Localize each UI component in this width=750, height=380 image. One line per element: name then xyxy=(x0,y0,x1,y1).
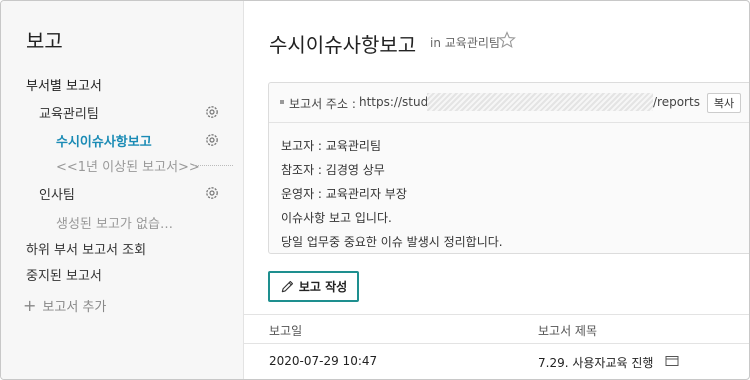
sidebar-section-label: 부서별 보고서 xyxy=(26,79,102,94)
report-details: 보고자 : 교육관리팀 참조자 : 김경영 상무 운영자 : 교육관리자 부장 … xyxy=(281,136,503,256)
table-header: 보고일 보고서 제목 xyxy=(244,314,749,344)
sidebar-item-label: 수시이슈사항보고 xyxy=(56,135,152,150)
redacted-area xyxy=(427,93,653,111)
report-info-box: 보고서 주소 : https://study. /reports 복사 보고자 … xyxy=(268,82,749,256)
page-title: 수시이슈사항보고 xyxy=(269,33,417,57)
sidebar-item-no-reports: 생성된 보고가 없습… xyxy=(1,211,244,233)
column-header-title[interactable]: 보고서 제목 xyxy=(538,322,597,339)
copy-button[interactable]: 복사 xyxy=(707,93,741,113)
add-report-button[interactable]: + 보고서 추가 xyxy=(23,296,106,315)
sidebar-item-sub-department[interactable]: 하위 부서 보고서 조회 xyxy=(1,237,244,259)
sidebar-item-old-reports[interactable]: <<1년 이상된 보고서>> xyxy=(1,154,244,176)
pencil-icon xyxy=(281,280,293,293)
gear-icon[interactable] xyxy=(204,104,220,120)
sidebar-item-hr-team[interactable]: 인사팀 xyxy=(1,182,244,204)
report-address-suffix[interactable]: /reports xyxy=(653,95,700,109)
gear-icon[interactable] xyxy=(204,185,220,201)
main-content: 수시이슈사항보고 in 교육관리팀 보고서 주소 : https://study… xyxy=(244,1,749,379)
divider xyxy=(193,165,233,166)
bullet-icon xyxy=(280,100,284,104)
sidebar-item-issue-report[interactable]: 수시이슈사항보고 xyxy=(1,129,244,151)
sidebar-item-education-team[interactable]: 교육관리팀 xyxy=(1,101,244,123)
column-header-date[interactable]: 보고일 xyxy=(269,322,302,339)
sidebar-item-stopped-reports[interactable]: 중지된 보고서 xyxy=(1,263,244,285)
sidebar-item-label: 생성된 보고가 없습… xyxy=(56,217,173,232)
sidebar-item-label: <<1년 이상된 보고서>> xyxy=(56,160,200,175)
star-icon[interactable] xyxy=(498,31,516,49)
report-title-link[interactable]: 7.29. 사용자교육 진행 xyxy=(538,354,653,371)
comment-icon xyxy=(665,356,679,366)
team-label: in 교육관리팀 xyxy=(430,36,500,50)
sidebar-item-label: 인사팀 xyxy=(39,188,75,203)
sidebar-item-label: 중지된 보고서 xyxy=(26,269,102,284)
plus-icon: + xyxy=(23,296,37,315)
write-report-button[interactable]: 보고 작성 xyxy=(268,271,359,302)
report-address-prefix[interactable]: https://study. xyxy=(359,95,437,109)
sidebar-item-label: 하위 부서 보고서 조회 xyxy=(26,243,147,258)
add-report-label: 보고서 추가 xyxy=(42,300,107,315)
sidebar-title: 보고 xyxy=(26,29,63,53)
gear-icon[interactable] xyxy=(204,132,220,148)
sidebar: 보고 부서별 보고서 교육관리팀 수시이슈사항보고 <<1년 이상된 보고서>>… xyxy=(1,1,244,379)
table-row[interactable]: 2020-07-29 10:47 7.29. 사용자교육 진행 xyxy=(244,344,749,379)
report-address-row: 보고서 주소 : https://study. /reports 복사 xyxy=(269,83,749,123)
operator-line: 운영자 : 교육관리자 부장 xyxy=(281,187,407,201)
report-date: 2020-07-29 10:47 xyxy=(269,354,378,368)
description-line: 이슈사항 보고 입니다. xyxy=(281,211,392,225)
reference-line: 참조자 : 김경영 상무 xyxy=(281,163,385,177)
report-address-label: 보고서 주소 : xyxy=(289,97,356,111)
sidebar-item-label: 교육관리팀 xyxy=(39,107,99,122)
description-line: 당일 업무중 중요한 이슈 발생시 정리합니다. xyxy=(281,235,503,249)
reporter-line: 보고자 : 교육관리팀 xyxy=(281,139,381,153)
write-report-label: 보고 작성 xyxy=(298,280,348,294)
app-window: 보고 부서별 보고서 교육관리팀 수시이슈사항보고 <<1년 이상된 보고서>>… xyxy=(0,0,750,380)
